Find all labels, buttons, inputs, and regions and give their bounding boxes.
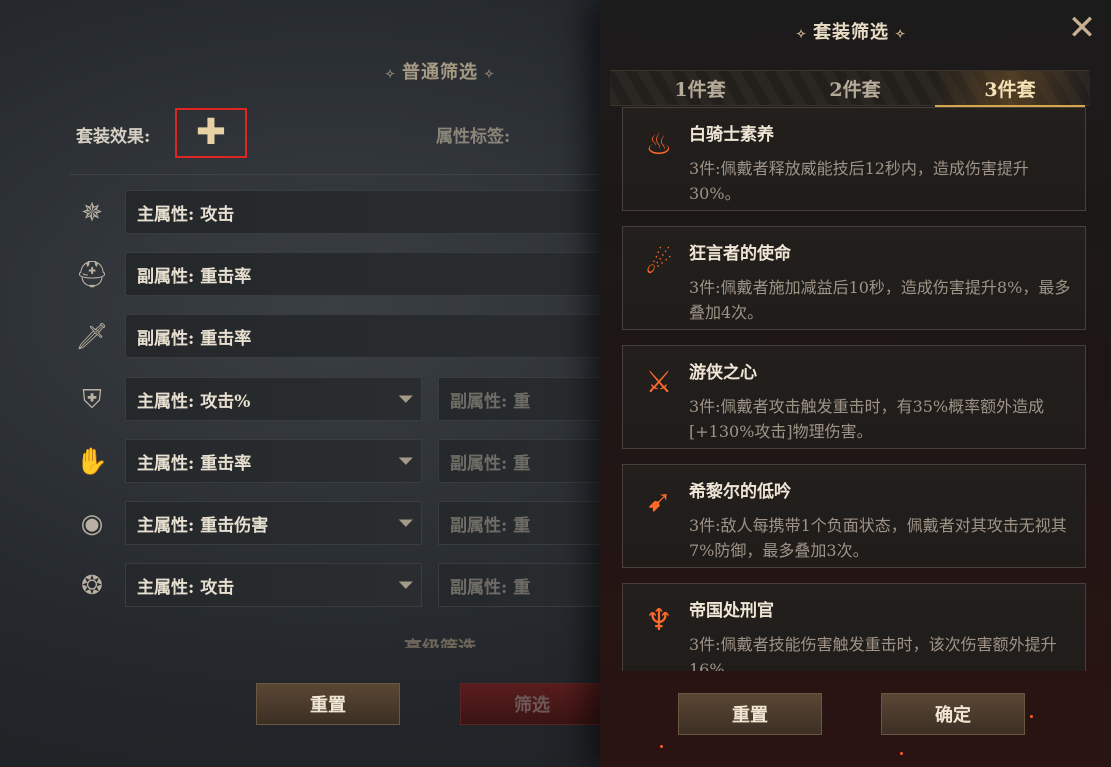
claw-flame-icon: ☄ xyxy=(645,245,673,281)
reset-button-label: 重置 xyxy=(310,695,346,716)
normal-filter-panel: ✧ 普通筛选 ✧ 套装效果: ✚ 属性标签: ✵ 主属性: 攻击 ⛑ 副属性: 重击… xyxy=(0,0,630,767)
slot-attr-field[interactable]: 主属性: 攻击 xyxy=(125,190,630,234)
close-button[interactable]: ✕ xyxy=(1062,8,1102,48)
set-name: 希黎尔的低吟 xyxy=(689,482,791,502)
sword-icon: 🗡 xyxy=(75,322,109,352)
boot-icon: ❂ xyxy=(81,571,103,601)
set-name: 狂言者的使命 xyxy=(689,244,791,264)
filter-icon[interactable]: ⏷ xyxy=(399,513,413,534)
filter-icon[interactable]: ⏷ xyxy=(399,451,413,472)
broken-sword-icon: ➹ xyxy=(646,483,672,519)
ember-decoration xyxy=(900,752,903,755)
tab-label: 3件套 xyxy=(984,78,1036,101)
helmet-icon: ⛑ xyxy=(75,260,109,290)
set-card[interactable]: ☄ 狂言者的使命 3件:佩戴者施加减益后10秒，造成伤害提升8%，最多叠加4次。 xyxy=(622,226,1086,330)
set-name: 帝国处刑官 xyxy=(689,601,774,621)
filter-button[interactable]: 筛选 xyxy=(460,683,604,725)
crossed-blades-icon: ⚔ xyxy=(645,364,673,400)
ring-icon: ◉ xyxy=(80,509,104,539)
filter-icon[interactable]: ⏷ xyxy=(399,389,413,410)
set-card[interactable]: ♨ 白骑士素养 3件:佩戴者释放威能技后12秒内，造成伤害提升30%。 xyxy=(622,107,1086,211)
filter-icon[interactable]: ⏷ xyxy=(399,575,413,596)
advanced-filter-title: 高级筛选 xyxy=(360,634,520,648)
confirm-button-label: 确定 xyxy=(935,705,971,726)
slot-main-attr-dropdown[interactable]: 主属性: 重击伤害 ⏷ xyxy=(125,501,422,545)
divider xyxy=(70,174,630,175)
flame-shield-icon: ♨ xyxy=(645,126,673,162)
slot-attr-label: 主属性: 重击率 xyxy=(137,453,252,474)
plus-icon: ✚ xyxy=(195,112,227,153)
tab-3-piece[interactable]: 3件套 xyxy=(935,71,1085,107)
slot-attr-label: 主属性: 攻击% xyxy=(137,391,251,412)
add-set-effect-button[interactable]: ✚ xyxy=(175,108,247,158)
slot-main-attr-dropdown[interactable]: 主属性: 攻击 ⏷ xyxy=(125,563,422,607)
set-card[interactable]: ♆ 帝国处刑官 3件:佩戴者技能伤害触发重击时，该次伤害额外提升16%。 xyxy=(622,583,1086,671)
slot-attr-label: 副属性: 重击率 xyxy=(137,328,252,349)
slot-attr-label: 副属性: 重 xyxy=(450,577,531,598)
slot-attr-label: 副属性: 重 xyxy=(450,453,531,474)
set-description: 3件:佩戴者释放威能技后12秒内，造成伤害提升30%。 xyxy=(689,159,1029,203)
set-card[interactable]: ⚔ 游侠之心 3件:佩戴者攻击触发重击时，有35%概率额外造成[+130%攻击]… xyxy=(622,345,1086,449)
ember-decoration xyxy=(660,745,663,748)
slot-attr-label: 副属性: 重 xyxy=(450,515,531,536)
slot-attr-label: 主属性: 攻击 xyxy=(137,577,235,598)
set-description: 3件:佩戴者施加减益后10秒，造成伤害提升8%，最多叠加4次。 xyxy=(689,278,1071,322)
set-name: 游侠之心 xyxy=(689,363,757,383)
reset-button[interactable]: 重置 xyxy=(256,683,400,725)
slot-attr-field[interactable]: 副属性: 重击率 xyxy=(125,252,630,296)
attribute-tag-label: 属性标签: xyxy=(436,127,511,147)
set-filter-title: ✧ 套装筛选 ✧ xyxy=(796,22,907,43)
set-card[interactable]: ➹ 希黎尔的低吟 3件:敌人每携带1个负面状态，佩戴者对其攻击无视其7%防御，最… xyxy=(622,464,1086,568)
slot-sub-attr-dropdown[interactable]: 副属性: 重 xyxy=(438,563,618,607)
set-description: 3件:佩戴者攻击触发重击时，有35%概率额外造成[+130%攻击]物理伤害。 xyxy=(689,397,1045,441)
close-icon: ✕ xyxy=(1067,8,1097,48)
gauntlet-icon: ✋ xyxy=(75,447,109,477)
tab-label: 2件套 xyxy=(829,78,881,101)
set-reset-button[interactable]: 重置 xyxy=(678,693,822,735)
set-name: 白骑士素养 xyxy=(689,125,774,145)
slot-attr-label: 副属性: 重击率 xyxy=(137,266,252,287)
armor-icon: ⛨ xyxy=(82,384,102,415)
trident-icon: ♆ xyxy=(645,602,673,638)
tab-2-piece[interactable]: 2件套 xyxy=(780,71,930,105)
slot-main-attr-dropdown[interactable]: 主属性: 重击率 ⏷ xyxy=(125,439,422,483)
ember-decoration xyxy=(1030,715,1033,718)
set-list[interactable]: ♨ 白骑士素养 3件:佩戴者释放威能技后12秒内，造成伤害提升30%。 ☄ 狂言… xyxy=(622,107,1088,671)
slot-attr-field[interactable]: 副属性: 重击率 xyxy=(125,314,630,358)
diamond-icon: ✧ xyxy=(895,27,907,41)
reset-button-label: 重置 xyxy=(732,705,768,726)
slot-sub-attr-dropdown[interactable]: 副属性: 重 xyxy=(438,439,618,483)
set-description: 3件:佩戴者技能伤害触发重击时，该次伤害额外提升16%。 xyxy=(689,635,1057,671)
confirm-button[interactable]: 确定 xyxy=(881,693,1025,735)
tab-label: 1件套 xyxy=(674,78,726,101)
compass-icon: ✵ xyxy=(81,198,103,228)
tab-1-piece[interactable]: 1件套 xyxy=(625,71,775,105)
slot-attr-label: 主属性: 重击伤害 xyxy=(137,515,269,536)
set-effect-label: 套装效果: xyxy=(76,127,151,147)
slot-main-attr-dropdown[interactable]: 主属性: 攻击% ⏷ xyxy=(125,377,422,421)
slot-attr-label: 副属性: 重 xyxy=(450,391,531,412)
diamond-icon: ✧ xyxy=(484,67,496,81)
filter-button-label: 筛选 xyxy=(514,695,550,716)
slot-sub-attr-dropdown[interactable]: 副属性: 重 xyxy=(438,377,618,421)
set-description: 3件:敌人每携带1个负面状态，佩戴者对其攻击无视其7%防御，最多叠加3次。 xyxy=(689,516,1067,560)
diamond-icon: ✧ xyxy=(796,27,808,41)
set-piece-tabs: 1件套 2件套 3件套 xyxy=(610,70,1090,107)
slot-sub-attr-dropdown[interactable]: 副属性: 重 xyxy=(438,501,618,545)
slot-attr-label: 主属性: 攻击 xyxy=(137,204,235,225)
set-filter-panel: ✧ 套装筛选 ✧ ✕ 1件套 2件套 3件套 ♨ 白骑士素养 3件:佩戴者释放威能技… xyxy=(600,0,1111,767)
normal-filter-title: ✧ 普通筛选 ✧ xyxy=(384,62,496,83)
diamond-icon: ✧ xyxy=(384,67,396,81)
